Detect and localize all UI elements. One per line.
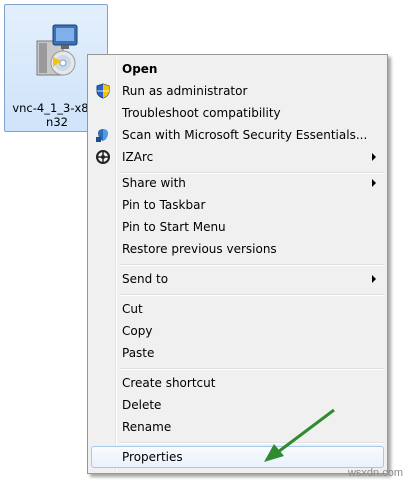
menu-item-label: Delete [122,398,162,412]
submenu-arrow-icon [372,153,376,161]
submenu-arrow-icon [372,275,376,283]
menu-item-label: Troubleshoot compatibility [122,106,281,120]
menu-item-label: Paste [122,346,155,360]
security-essentials-icon [96,129,108,142]
menu-item-label: Rename [122,420,172,434]
menu-item-share-with[interactable]: Share with [91,172,384,194]
menu-item-open[interactable]: Open [91,58,384,80]
menu-separator [119,368,385,370]
menu-item-scan-security-essentials[interactable]: Scan with Microsoft Security Essentials.… [91,124,384,146]
menu-item-label: Restore previous versions [122,242,277,256]
menu-separator [119,294,385,296]
uac-shield-icon [96,83,110,99]
menu-item-label: Scan with Microsoft Security Essentials.… [122,128,368,142]
izarc-icon [96,150,110,164]
installer-file-icon [36,24,78,76]
menu-item-label: Pin to Start Menu [122,220,226,234]
menu-item-pin-to-taskbar[interactable]: Pin to Taskbar [91,194,384,216]
menu-item-label: Pin to Taskbar [122,198,206,212]
menu-item-label: Properties [122,450,183,464]
menu-item-label: Cut [122,302,143,316]
menu-item-label: Copy [122,324,153,338]
menu-item-copy[interactable]: Copy [91,320,384,342]
menu-item-paste[interactable]: Paste [91,342,384,364]
menu-item-run-as-administrator[interactable]: Run as administrator [91,80,384,102]
menu-item-label: IZArc [122,150,154,164]
watermark: wsxdn.com [347,467,403,479]
menu-separator [119,264,385,266]
submenu-arrow-icon [372,179,376,187]
menu-item-label: Share with [122,176,186,190]
menu-item-restore-previous-versions[interactable]: Restore previous versions [91,238,384,260]
menu-item-label: Open [122,62,158,76]
menu-item-pin-to-start-menu[interactable]: Pin to Start Menu [91,216,384,238]
menu-item-label: Send to [122,272,169,286]
menu-item-create-shortcut[interactable]: Create shortcut [91,372,384,394]
menu-item-send-to[interactable]: Send to [91,268,384,290]
menu-item-cut[interactable]: Cut [91,298,384,320]
annotation-arrow-icon [264,408,335,462]
menu-item-label: Run as administrator [122,84,248,98]
menu-item-izarc[interactable]: IZArc [91,146,384,168]
menu-item-troubleshoot-compatibility[interactable]: Troubleshoot compatibility [91,102,384,124]
menu-item-label: Create shortcut [122,376,216,390]
